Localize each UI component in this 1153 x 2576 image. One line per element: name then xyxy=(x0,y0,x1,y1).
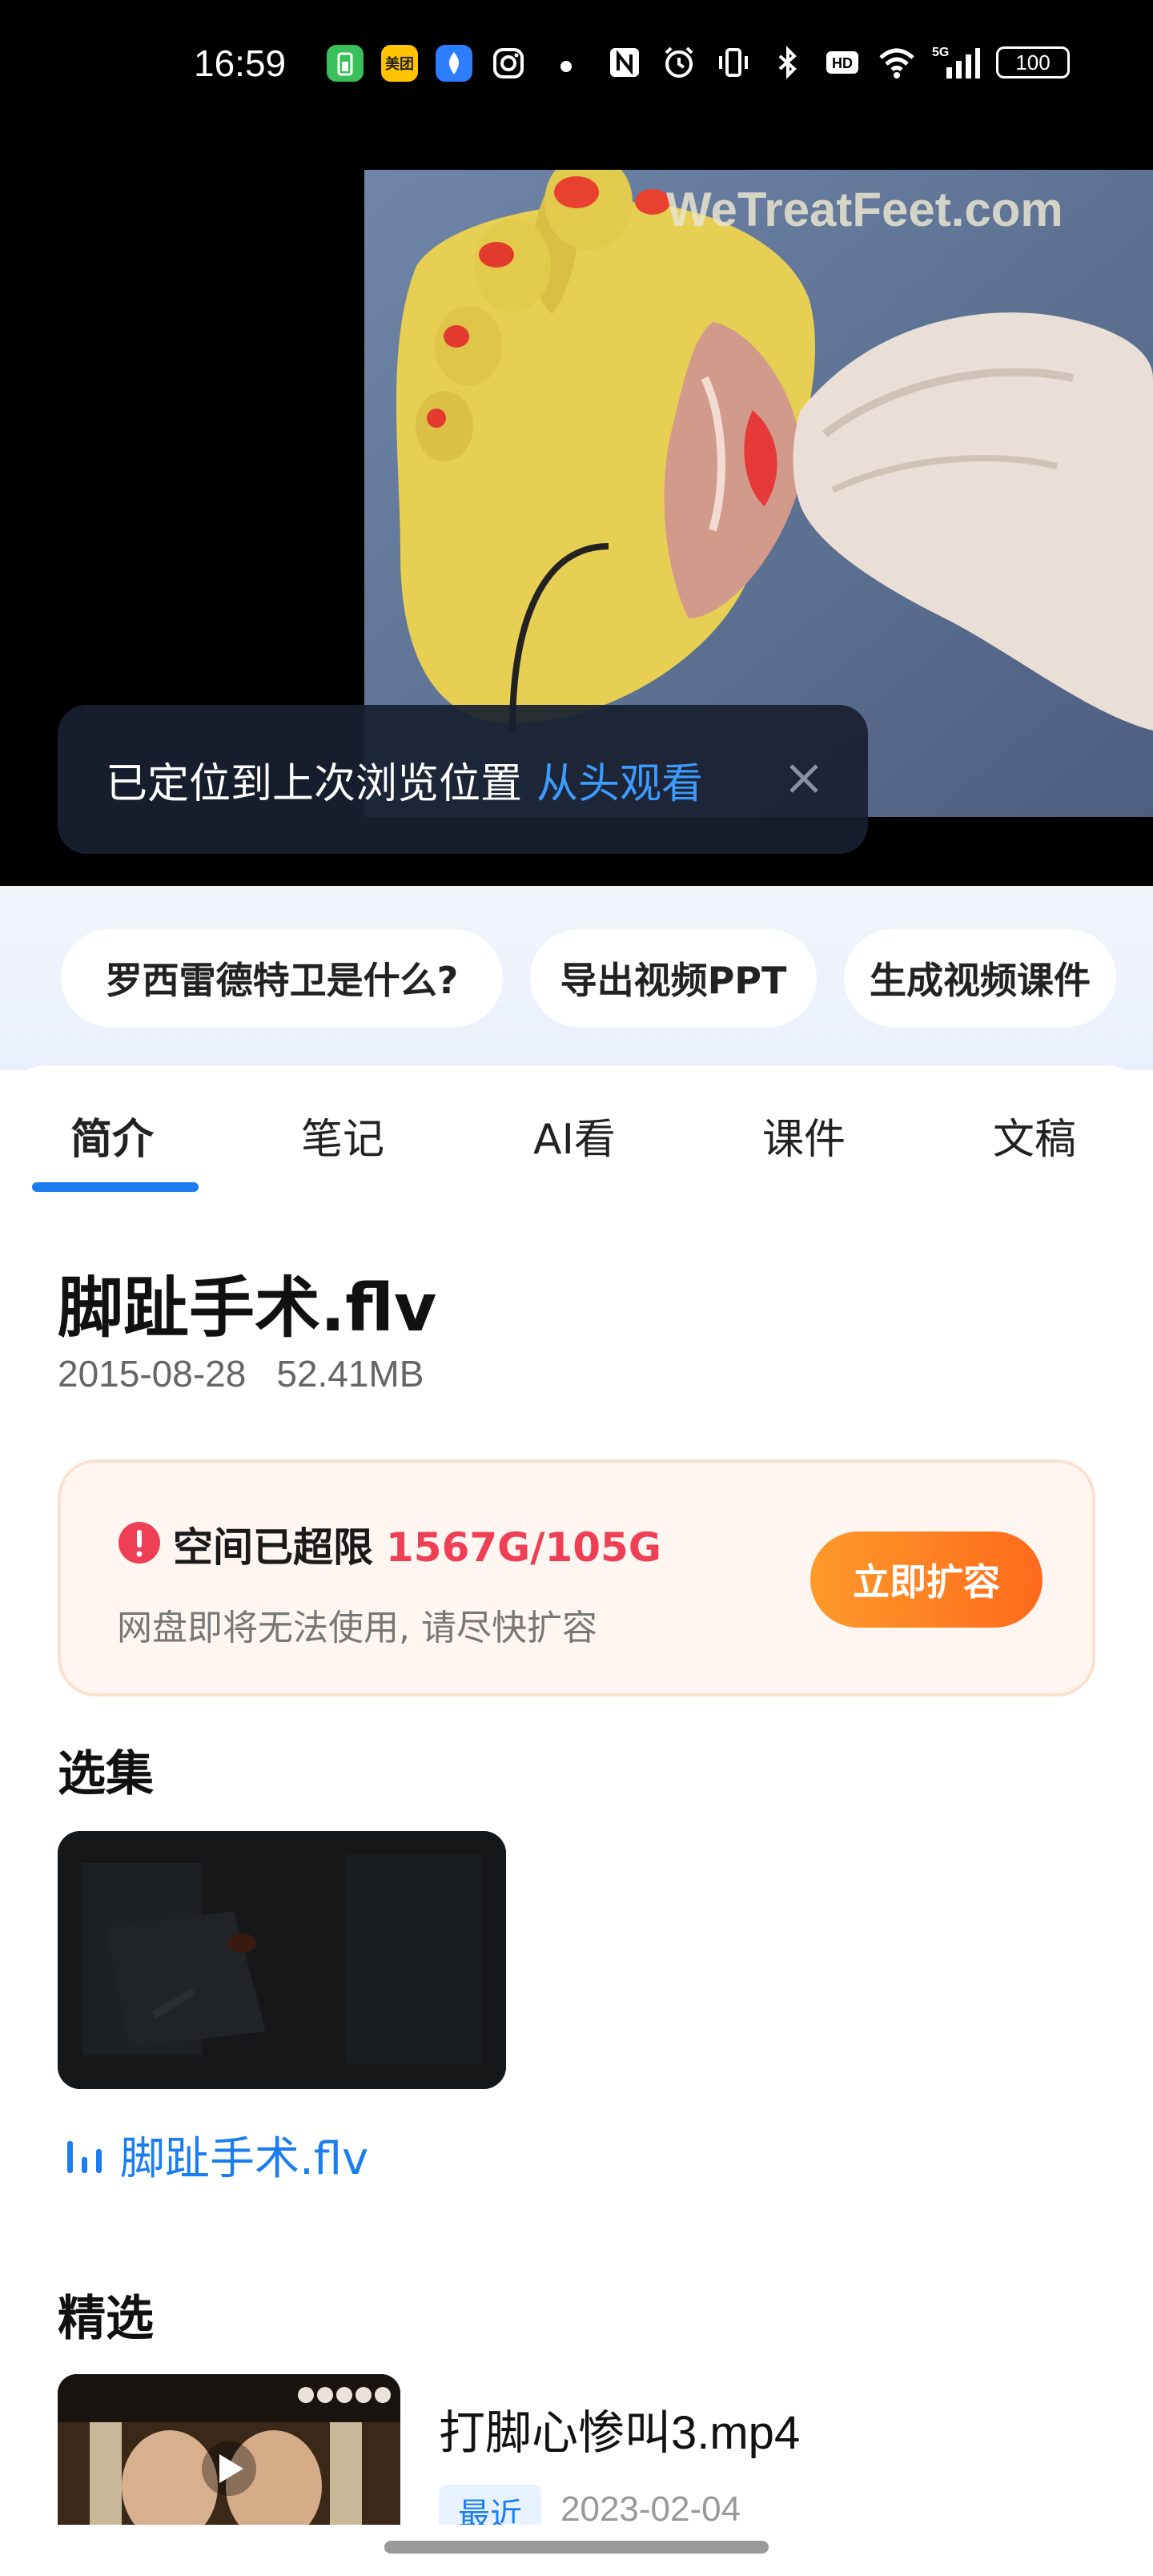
warning-subtitle: 网盘即将无法使用, 请尽快扩容 xyxy=(117,1608,597,1648)
file-date: 2015-08-28 xyxy=(58,1353,247,1395)
pick-thumbnail[interactable] xyxy=(58,2374,400,2526)
episodes-title: 选集 xyxy=(58,1746,154,1802)
tab-transcript[interactable]: 文稿 xyxy=(993,1105,1076,1165)
status-time: 16:59 xyxy=(194,42,287,84)
network-type: 5G xyxy=(932,46,949,59)
signal-5g-icon: 5G xyxy=(932,46,980,78)
tab-courseware[interactable]: 课件 xyxy=(762,1105,846,1165)
pick-date: 2023-02-04 xyxy=(560,2489,741,2529)
pick-thumbnail-image xyxy=(58,2374,400,2526)
chip-export-ppt[interactable]: 导出视频PPT xyxy=(530,929,817,1027)
file-title: 脚趾手术.flv xyxy=(58,1270,437,1346)
warning-title-text: 空间已超限 xyxy=(173,1524,373,1571)
notification-dot xyxy=(560,61,572,72)
battery-app-icon xyxy=(327,45,364,82)
storage-usage: 1567G/105G xyxy=(386,1524,661,1571)
tab-ai-watch[interactable]: AI看 xyxy=(533,1105,616,1165)
vibrate-icon xyxy=(719,48,748,77)
blue-app-icon xyxy=(436,45,472,82)
restart-link[interactable]: 从头观看 xyxy=(536,750,703,810)
bluetooth-icon xyxy=(778,46,797,79)
svg-text:HD: HD xyxy=(832,55,853,71)
episode-item[interactable]: 脚趾手术.flv xyxy=(64,2123,368,2188)
system-icons: HD 5G 100 xyxy=(605,43,1070,82)
picks-title: 精选 xyxy=(58,2291,154,2347)
wifi-icon xyxy=(879,48,914,78)
tab-notes[interactable]: 笔记 xyxy=(301,1105,384,1165)
suggestion-bar: 罗西雷德特卫是什么? 导出视频PPT 生成视频课件 xyxy=(0,886,1153,1070)
tab-indicator xyxy=(32,1182,199,1192)
meituan-icon: 美团 xyxy=(381,45,418,82)
hd-icon: HD xyxy=(826,51,858,74)
warning-title: 空间已超限 1567G/105G xyxy=(173,1515,661,1573)
instagram-icon xyxy=(490,45,527,82)
file-size: 52.41MB xyxy=(276,1353,424,1395)
meituan-label: 美团 xyxy=(385,56,414,73)
chip-question[interactable]: 罗西雷德特卫是什么? xyxy=(61,929,503,1027)
home-indicator[interactable] xyxy=(384,2541,769,2554)
playing-bars-icon xyxy=(67,2140,102,2173)
alert-icon xyxy=(119,1522,160,1564)
tab-intro[interactable]: 简介 xyxy=(70,1105,154,1165)
battery-indicator: 100 xyxy=(996,46,1070,78)
toast-message: 已定位到上次浏览位置 xyxy=(106,759,523,808)
video-watermark: WeTreatFeet.com xyxy=(666,183,1063,236)
pick-title[interactable]: 打脚心惨叫3.mp4 xyxy=(439,2395,800,2462)
episode-thumbnail[interactable] xyxy=(58,1831,506,2089)
storage-warning-card: 空间已超限 1567G/105G 网盘即将无法使用, 请尽快扩容 立即扩容 xyxy=(58,1459,1095,1697)
notification-icons: 美团 xyxy=(327,45,527,82)
chip-generate-courseware[interactable]: 生成视频课件 xyxy=(844,929,1116,1027)
close-icon[interactable] xyxy=(780,755,828,803)
episode-title: 脚趾手术.flv xyxy=(120,2133,369,2185)
nfc-icon xyxy=(610,48,639,77)
resume-toast: 已定位到上次浏览位置 从头观看 xyxy=(58,705,868,854)
file-meta: 2015-08-28 52.41MB xyxy=(58,1352,424,1395)
alarm-icon xyxy=(665,46,693,78)
status-bar: 16:59 美团 HD 5G 100 xyxy=(0,0,1153,136)
episode-thumbnail-image xyxy=(58,1831,506,2089)
expand-storage-button[interactable]: 立即扩容 xyxy=(810,1532,1043,1628)
